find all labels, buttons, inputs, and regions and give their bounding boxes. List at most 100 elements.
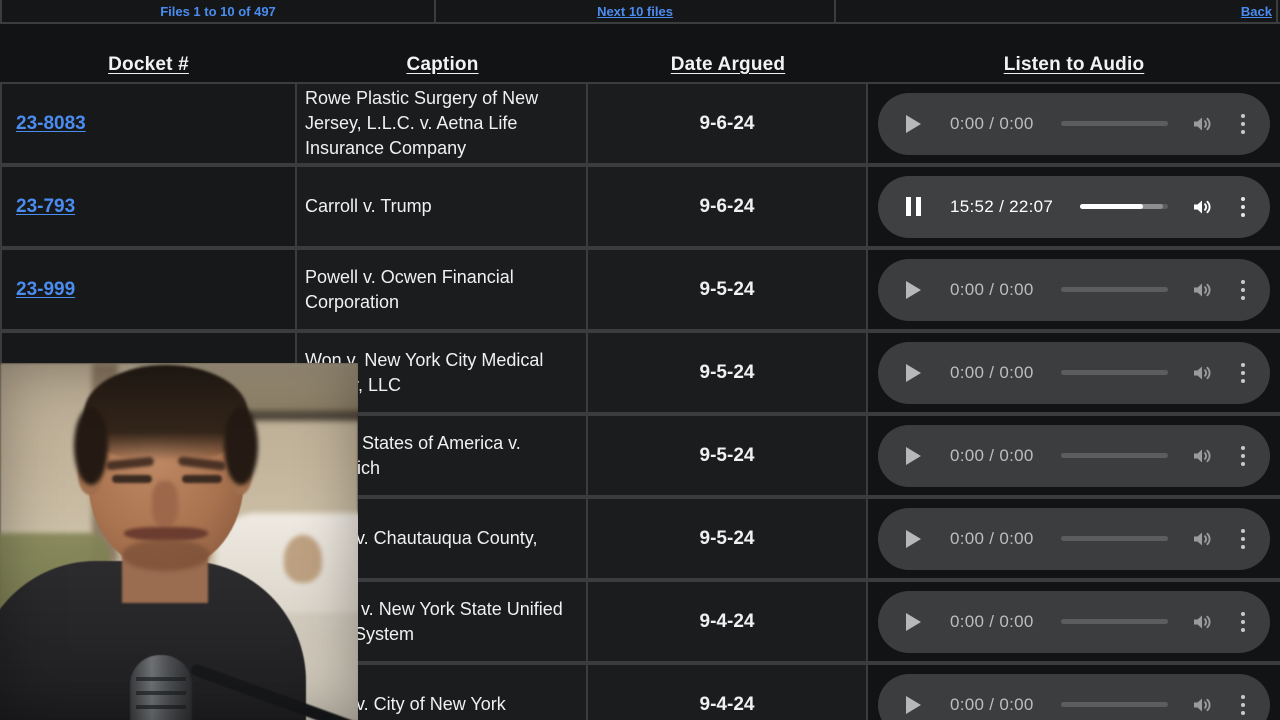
more-options-icon[interactable] [1232,692,1254,718]
table-row: 23-999 Powell v. Ocwen Financial Corporat… [0,248,1280,331]
more-options-icon[interactable] [1232,526,1254,552]
column-header-caption: Caption [406,54,479,75]
person-eye-right [182,475,222,483]
more-options-icon[interactable] [1232,443,1254,469]
file-count-cell: Files 1 to 10 of 497 [0,0,436,22]
play-icon [905,695,921,714]
table-row: 23-793 Carroll v. Trump 9-6-24 15:52 / 22:0… [0,165,1280,248]
progress-bar [1080,204,1144,209]
cell-caption: Powell v. Ocwen Financial Corporation [297,250,588,329]
file-count-label: Files 1 to 10 of 497 [160,3,276,19]
play-button[interactable] [900,360,926,386]
audio-player[interactable]: 0:00 / 0:00 [878,507,1270,570]
volume-icon[interactable] [1190,111,1216,137]
back-link[interactable]: Back [1241,4,1272,19]
cell-audio: 0:00 / 0:00 [868,84,1280,163]
progress-slider[interactable] [1060,619,1168,624]
more-options-icon[interactable] [1232,111,1254,137]
volume-icon[interactable] [1190,526,1216,552]
audio-player[interactable]: 15:52 / 22:07 [878,175,1270,238]
docket-link[interactable]: 23-793 [16,196,75,218]
progress-slider[interactable] [1080,204,1168,209]
person-eye-left [112,475,152,483]
time-display: 0:00 / 0:00 [950,279,1034,299]
date-argued: 9-6-24 [699,195,755,217]
cell-docket: 23-8083 [0,84,297,163]
time-display: 0:00 / 0:00 [950,113,1034,133]
cell-audio: 0:00 / 0:00 [868,250,1280,329]
volume-icon[interactable] [1190,609,1216,635]
webcam-scene [0,363,358,720]
case-caption: Carroll v. Trump [305,196,432,216]
play-icon [905,280,921,299]
more-options-icon[interactable] [1232,360,1254,386]
cell-docket: 23-793 [0,167,297,246]
column-header-listen-to-audio: Listen to Audio [1003,54,1145,75]
person-hair-side-right [224,407,258,485]
volume-icon[interactable] [1190,194,1216,220]
play-button[interactable] [900,692,926,718]
time-display: 0:00 / 0:00 [950,694,1034,714]
cell-audio: 0:00 / 0:00 [868,333,1280,412]
progress-slider[interactable] [1060,370,1168,375]
audio-player[interactable]: 0:00 / 0:00 [878,341,1270,404]
time-display: 0:00 / 0:00 [950,362,1034,382]
microphone-grille-line [136,691,186,695]
date-argued: 9-5-24 [699,361,755,383]
microphone [130,655,192,720]
play-icon [905,114,921,133]
play-button[interactable] [900,277,926,303]
microphone-grille-line [136,705,186,709]
time-display: 0:00 / 0:00 [950,528,1034,548]
progress-slider[interactable] [1060,121,1168,126]
more-options-icon[interactable] [1232,609,1254,635]
cell-caption: Rowe Plastic Surgery of New Jersey, L.L.… [297,84,588,163]
cell-caption: Carroll v. Trump [297,167,588,246]
volume-icon[interactable] [1190,277,1216,303]
progress-slider[interactable] [1060,702,1168,707]
progress-slider[interactable] [1060,287,1168,292]
play-button[interactable] [900,526,926,552]
page-root: Files 1 to 10 of 497 Next 10 files Back … [0,0,1280,720]
column-header-date-argued: Date Argued [670,54,786,75]
play-icon [905,446,921,465]
volume-icon[interactable] [1190,443,1216,469]
audio-player[interactable]: 0:00 / 0:00 [878,92,1270,155]
play-button[interactable] [900,609,926,635]
volume-icon[interactable] [1190,692,1216,718]
webcam-video-overlay[interactable] [0,363,358,720]
more-options-icon[interactable] [1232,194,1254,220]
cell-date-argued: 9-5-24 [588,333,868,412]
audio-player[interactable]: 0:00 / 0:00 [878,258,1270,321]
volume-icon[interactable] [1190,360,1216,386]
cell-audio: 0:00 / 0:00 [868,665,1280,720]
back-cell: Back [836,0,1278,22]
progress-slider[interactable] [1060,453,1168,458]
audio-player[interactable]: 0:00 / 0:00 [878,673,1270,720]
cell-audio: 0:00 / 0:00 [868,582,1280,661]
date-argued: 9-4-24 [699,610,755,632]
microphone-grille-line [136,677,186,681]
docket-link[interactable]: 23-999 [16,279,75,301]
cell-audio: 15:52 / 22:07 [868,167,1280,246]
lamp [284,535,322,583]
progress-slider[interactable] [1060,536,1168,541]
more-options-icon[interactable] [1232,277,1254,303]
docket-link[interactable]: 23-8083 [16,113,86,135]
audio-player[interactable]: 0:00 / 0:00 [878,590,1270,653]
play-button[interactable] [900,111,926,137]
cell-date-argued: 9-4-24 [588,582,868,661]
case-caption: Rowe Plastic Surgery of New Jersey, L.L.… [305,88,539,158]
time-display: 0:00 / 0:00 [950,445,1034,465]
cell-date-argued: 9-5-24 [588,499,868,578]
table-column-headers: Docket # Caption Date Argued Listen to A… [0,50,1280,80]
play-button[interactable] [900,443,926,469]
next-files-cell: Next 10 files [436,0,836,22]
date-argued: 9-4-24 [699,693,755,715]
column-header-docket: Docket # [108,54,189,75]
pause-button[interactable] [900,194,926,220]
audio-player[interactable]: 0:00 / 0:00 [878,424,1270,487]
play-icon [905,363,921,382]
next-10-files-link[interactable]: Next 10 files [597,4,673,19]
play-icon [905,612,921,631]
